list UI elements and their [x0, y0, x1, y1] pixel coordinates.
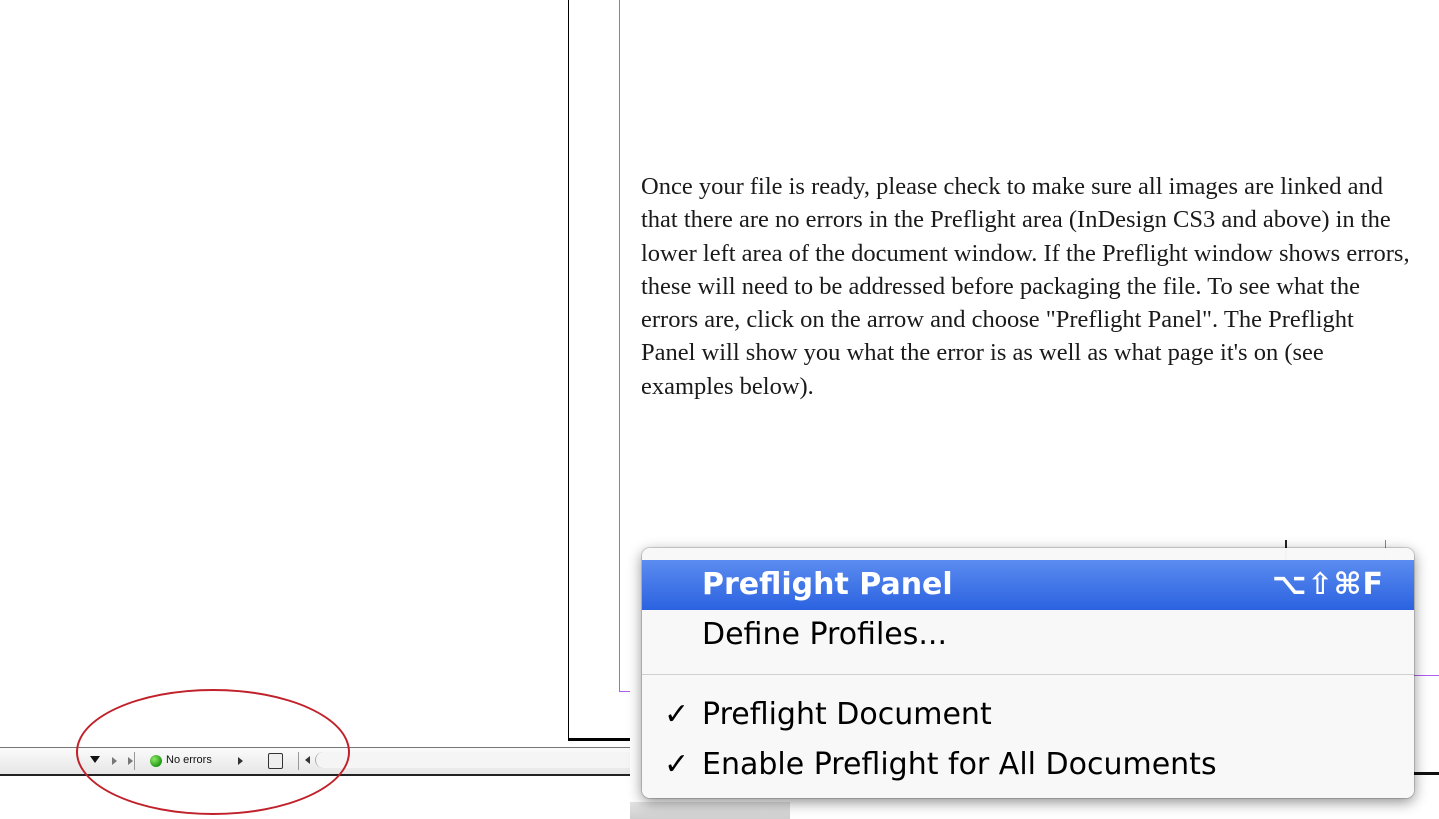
- menu-item-preflight-document[interactable]: ✓ Preflight Document: [642, 690, 1414, 740]
- page-edge: [568, 0, 569, 740]
- menu-item-label: Preflight Panel: [702, 567, 953, 602]
- menu-item-define-profiles[interactable]: Define Profiles...: [642, 610, 1414, 660]
- menu-item-shortcut: ⌥⇧⌘F: [1271, 567, 1384, 602]
- checkmark-icon: ✓: [664, 697, 690, 732]
- preflight-menu-screenshot: Preflight Panel ⌥⇧⌘F Define Profiles... …: [630, 540, 1439, 819]
- instructions-paragraph: Once your file is ready, please check to…: [641, 173, 1410, 400]
- menu-divider: [642, 674, 1414, 675]
- margin-guide-behind-h: [1410, 675, 1439, 676]
- page-shadow-behind: [1410, 772, 1439, 775]
- highlight-ellipse: [76, 689, 350, 815]
- preflight-menu: Preflight Panel ⌥⇧⌘F Define Profiles... …: [642, 548, 1414, 798]
- menu-item-label: Define Profiles...: [702, 617, 947, 652]
- margin-guide: [619, 0, 620, 692]
- checkmark-icon: ✓: [664, 747, 690, 782]
- status-bar-behind: [630, 802, 790, 819]
- menu-item-label: Preflight Document: [702, 697, 992, 732]
- horizontal-scrollbar[interactable]: [315, 752, 646, 768]
- menu-item-enable-preflight-all[interactable]: ✓ Enable Preflight for All Documents: [642, 740, 1414, 790]
- menu-item-label: Enable Preflight for All Documents: [702, 747, 1217, 782]
- menu-item-preflight-panel[interactable]: Preflight Panel ⌥⇧⌘F: [642, 560, 1414, 610]
